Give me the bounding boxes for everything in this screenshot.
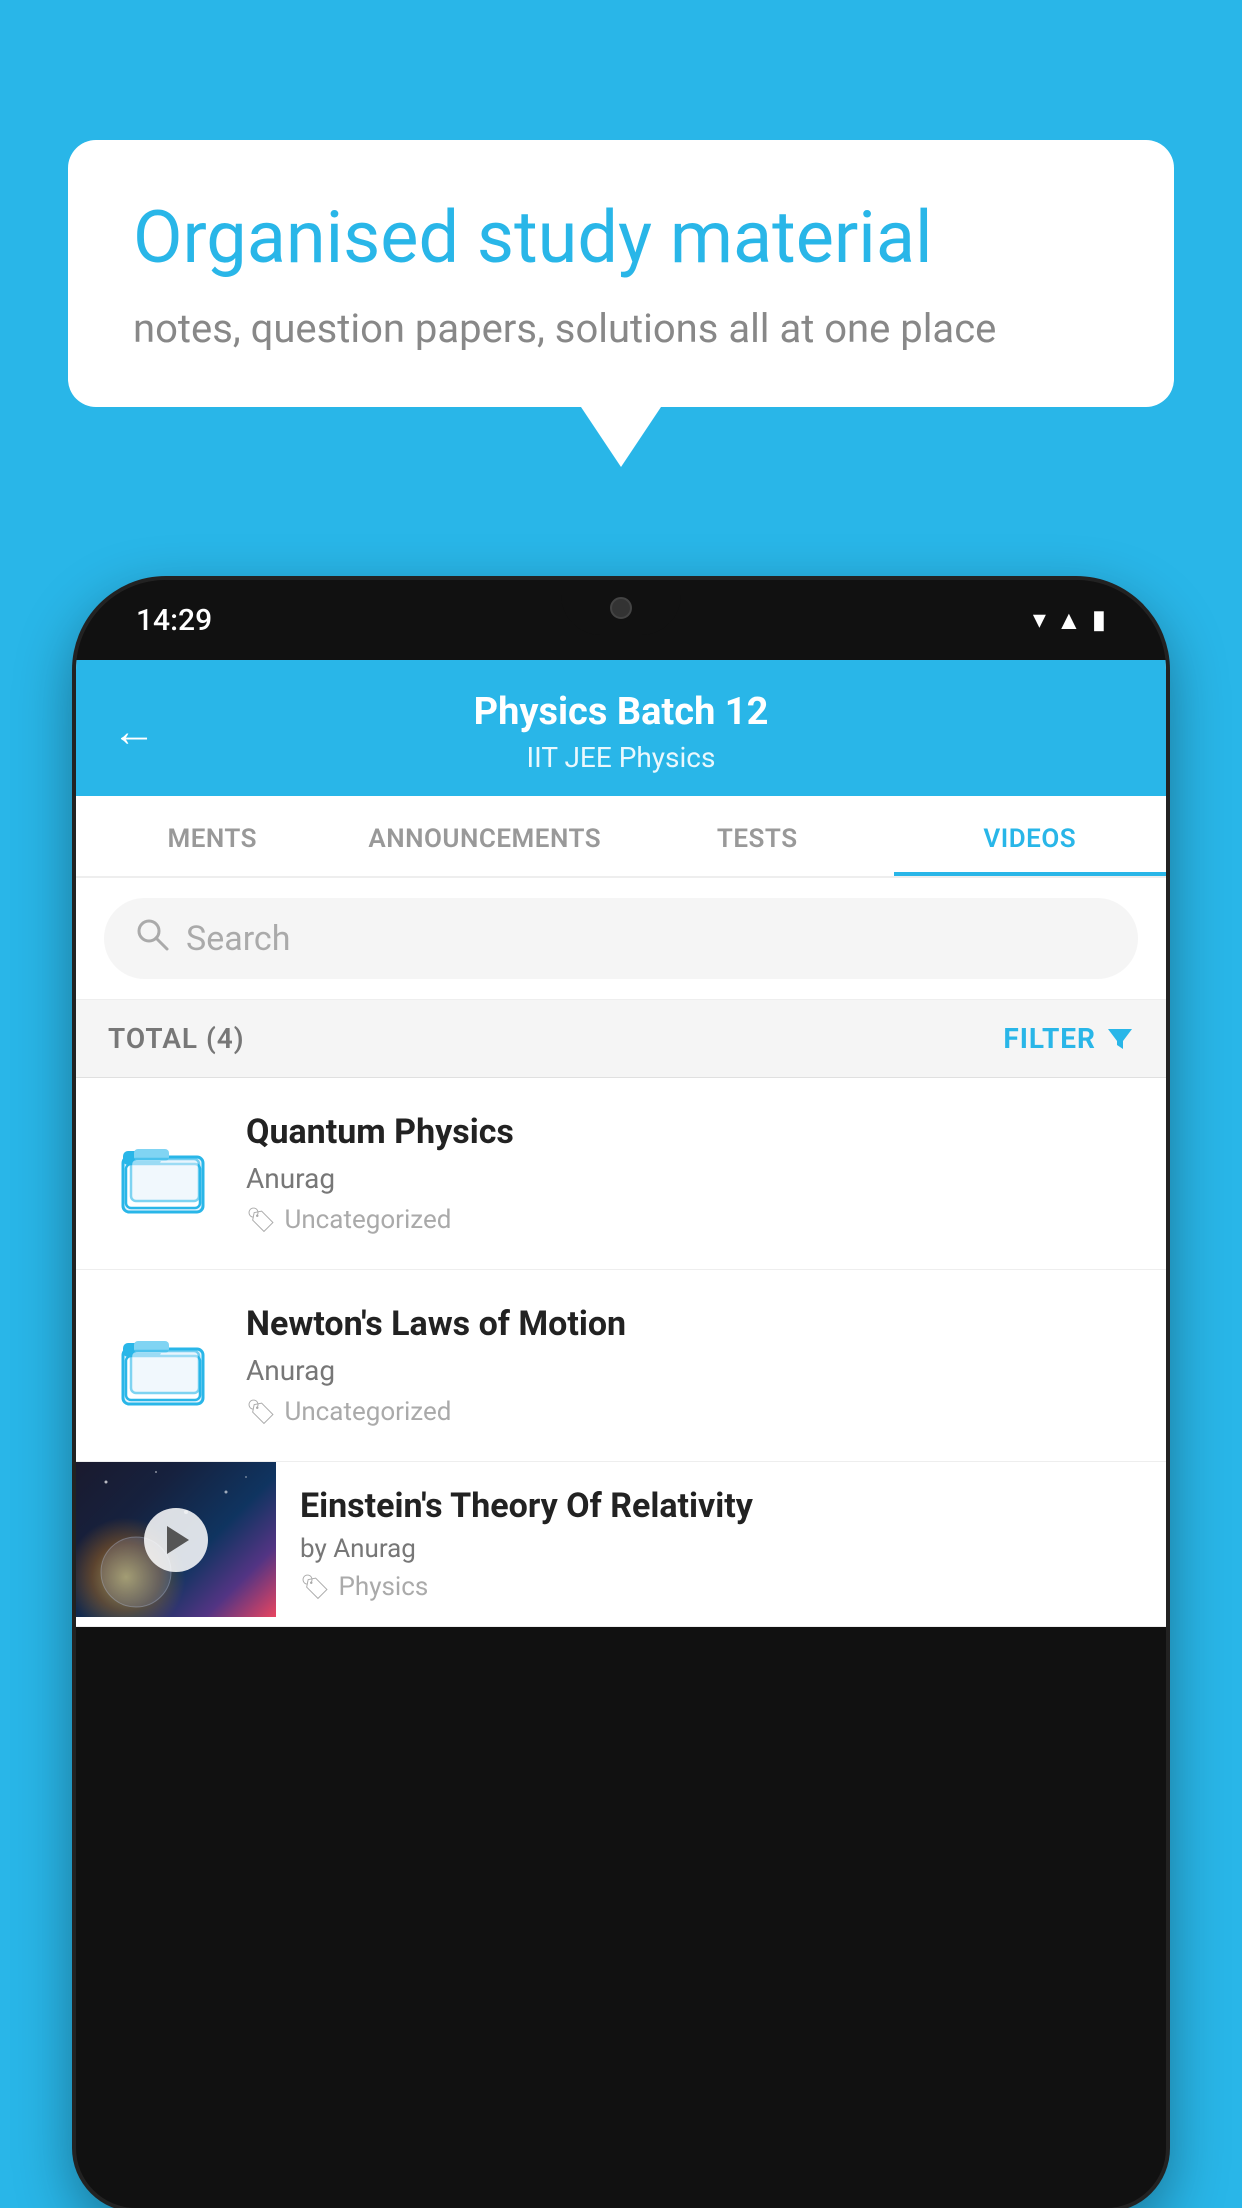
list-item[interactable]: Quantum Physics Anurag 🏷 Uncategorized: [76, 1078, 1166, 1270]
wifi-icon: ▾: [1033, 605, 1046, 635]
search-bar[interactable]: Search: [104, 898, 1138, 979]
back-button[interactable]: ←: [112, 705, 156, 757]
item-tag-3: 🏷 Physics: [300, 1572, 1142, 1602]
app-bar: ← Physics Batch 12 IIT JEE Physics: [76, 660, 1166, 796]
folder-icon: [118, 1129, 208, 1219]
speech-bubble-title: Organised study material: [133, 195, 1109, 281]
speech-bubble: Organised study material notes, question…: [68, 140, 1174, 407]
phone-frame: 14:29 ▾ ▲ ▮ ← Physics Batch 12 IIT JEE P…: [76, 580, 1166, 2208]
folder-icon: [118, 1321, 208, 1411]
tag-icon-1: 🏷: [246, 1206, 276, 1234]
filter-button[interactable]: FILTER: [1003, 1022, 1134, 1055]
item-thumbnail-2: [108, 1311, 218, 1421]
filter-bar: TOTAL (4) FILTER: [76, 1000, 1166, 1078]
item-author-3: by Anurag: [300, 1534, 1142, 1564]
item-author-2: Anurag: [246, 1354, 1134, 1387]
total-label: TOTAL (4): [108, 1022, 245, 1055]
tabs-bar: MENTS ANNOUNCEMENTS TESTS VIDEOS: [76, 796, 1166, 878]
speech-bubble-subtitle: notes, question papers, solutions all at…: [133, 305, 1109, 352]
item-title-1: Quantum Physics: [246, 1112, 1134, 1152]
item-title-3: Einstein's Theory Of Relativity: [300, 1486, 1142, 1526]
item-thumbnail-3: [76, 1462, 276, 1617]
search-bar-container: Search: [76, 878, 1166, 1000]
play-triangle-icon: [167, 1526, 189, 1554]
tag-icon-2: 🏷: [246, 1398, 276, 1426]
item-tag-2: 🏷 Uncategorized: [246, 1397, 1134, 1427]
item-info-1: Quantum Physics Anurag 🏷 Uncategorized: [246, 1112, 1134, 1235]
tag-icon-3: 🏷: [300, 1573, 330, 1601]
item-thumbnail-1: [108, 1119, 218, 1229]
phone-notch: [561, 580, 681, 635]
front-camera: [610, 597, 632, 619]
item-info-2: Newton's Laws of Motion Anurag 🏷 Uncateg…: [246, 1304, 1134, 1427]
list-item[interactable]: Newton's Laws of Motion Anurag 🏷 Uncateg…: [76, 1270, 1166, 1462]
filter-label: FILTER: [1003, 1022, 1096, 1055]
play-button[interactable]: [144, 1508, 208, 1572]
status-bar: 14:29 ▾ ▲ ▮: [76, 580, 1166, 660]
filter-icon: [1106, 1025, 1134, 1053]
status-time: 14:29: [136, 603, 212, 638]
tab-tests[interactable]: TESTS: [621, 796, 894, 876]
speech-bubble-container: Organised study material notes, question…: [68, 140, 1174, 467]
tag-label-3: Physics: [338, 1572, 428, 1602]
app-bar-title-group: Physics Batch 12 IIT JEE Physics: [474, 688, 769, 774]
search-icon: [134, 916, 170, 961]
video-list: Quantum Physics Anurag 🏷 Uncategorized: [76, 1078, 1166, 1627]
list-item[interactable]: Einstein's Theory Of Relativity by Anura…: [76, 1462, 1166, 1627]
tag-label-2: Uncategorized: [284, 1397, 451, 1427]
search-placeholder: Search: [186, 919, 290, 959]
item-author-1: Anurag: [246, 1162, 1134, 1195]
tag-label-1: Uncategorized: [284, 1205, 451, 1235]
app-bar-subtitle: IIT JEE Physics: [474, 741, 769, 774]
tab-announcements[interactable]: ANNOUNCEMENTS: [349, 796, 622, 876]
tab-videos[interactable]: VIDEOS: [894, 796, 1167, 876]
phone-screen: ← Physics Batch 12 IIT JEE Physics MENTS…: [76, 660, 1166, 1627]
item-info-3: Einstein's Theory Of Relativity by Anura…: [276, 1462, 1166, 1626]
status-icons: ▾ ▲ ▮: [1033, 605, 1106, 636]
signal-icon: ▲: [1056, 605, 1082, 636]
item-tag-1: 🏷 Uncategorized: [246, 1205, 1134, 1235]
app-bar-title: Physics Batch 12: [474, 688, 769, 737]
item-title-2: Newton's Laws of Motion: [246, 1304, 1134, 1344]
battery-icon: ▮: [1092, 605, 1106, 635]
tab-ments[interactable]: MENTS: [76, 796, 349, 876]
speech-bubble-tail: [581, 407, 661, 467]
